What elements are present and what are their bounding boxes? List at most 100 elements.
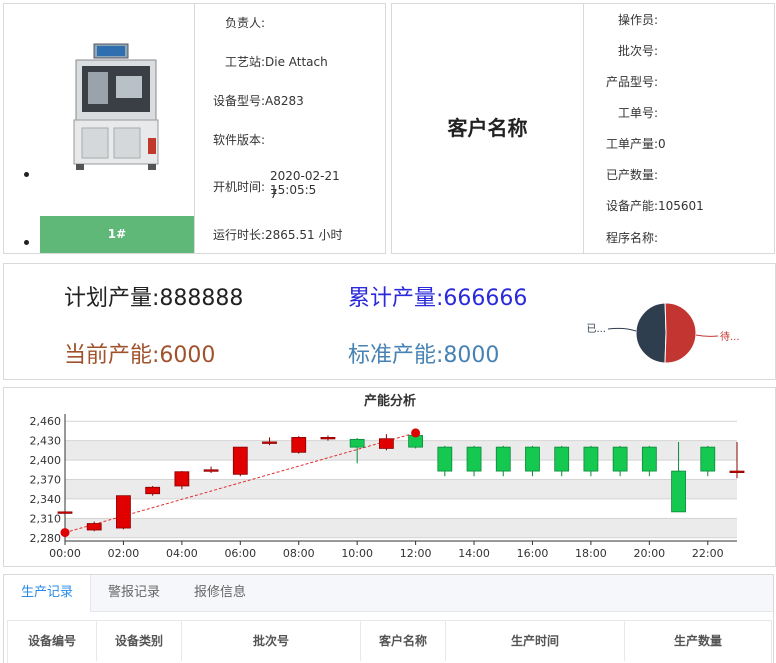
customer-name-cell: 客户名称: [392, 4, 584, 253]
candle: [641, 445, 657, 477]
candle: [291, 436, 307, 454]
tab-production-records[interactable]: 生产记录: [4, 575, 91, 612]
grid-band: [65, 440, 737, 461]
x-tick-label: 16:00: [517, 547, 549, 560]
y-tick-label: 2,460: [30, 415, 62, 428]
boot-time-value-cont: 7: [270, 187, 278, 201]
customer-info-panel: 客户名称 操作员: 批次号: 产品型号: 工单号: 工单产量:0 已产数量: 设…: [391, 3, 775, 254]
machine-image: [73, 43, 159, 170]
pie-slice-produced: [635, 302, 667, 364]
extreme-marker: [411, 428, 421, 438]
tab-alarm-records[interactable]: 警报记录: [94, 575, 174, 611]
candle-body: [466, 446, 482, 472]
col-production-qty: 生产数量: [673, 634, 722, 648]
candle: [466, 445, 482, 477]
capacity-analysis-chart: 产能分析 2,280 2,310 2,340 2,370 2,400 2,430 2,460 0…: [3, 387, 776, 567]
candle-body: [437, 446, 453, 472]
pie-slice-pending: [664, 302, 697, 364]
col-batch-no: 批次号: [182, 621, 361, 661]
progress-pie-chart: 已... 待...: [586, 302, 740, 364]
field-order-output: 工单产量:0: [605, 137, 666, 151]
candle-body: [612, 446, 628, 472]
field-software-version: 软件版本:: [212, 133, 265, 147]
current-capacity: 当前产能:6000: [64, 343, 216, 368]
candle: [320, 435, 336, 441]
candle: [116, 495, 131, 530]
pie-label-produced: 已...: [586, 324, 606, 335]
x-tick-label: 22:00: [692, 547, 724, 560]
candle: [203, 466, 219, 474]
x-tick-label: 18:00: [575, 547, 607, 560]
candle-body: [583, 446, 599, 472]
field-device-capacity: 设备产能:105601: [605, 199, 704, 213]
field-batch-no: 批次号:: [617, 44, 658, 58]
candle: [554, 445, 570, 477]
candle: [495, 445, 511, 477]
candle-body: [525, 446, 540, 472]
field-program-name: 程序名称:: [605, 231, 658, 245]
candle: [525, 445, 540, 477]
x-tick-label: 14:00: [458, 547, 490, 560]
candle-body: [495, 446, 511, 472]
candle-body: [291, 437, 307, 453]
col-customer-name: 客户名称: [361, 621, 446, 661]
device-info-panel: 1# 负责人: 工艺站:Die Attach 设备型号:A8283 软件版本: …: [3, 3, 386, 254]
pie-leader-produced: [607, 327, 637, 332]
candle: [612, 445, 628, 477]
x-tick-label: 04:00: [166, 547, 198, 560]
col-device-type: 设备类别: [97, 621, 182, 661]
field-process-station: 工艺站:Die Attach: [224, 55, 328, 69]
x-tick-label: 00:00: [49, 547, 81, 560]
field-product-model: 产品型号:: [605, 75, 658, 89]
candle-body: [57, 511, 73, 514]
x-tick-label: 08:00: [283, 547, 315, 560]
candlestick-chart: 产能分析 2,280 2,310 2,340 2,370 2,400 2,430 2,460 0…: [30, 393, 745, 560]
extreme-marker: [60, 528, 70, 538]
candle-body: [262, 441, 277, 444]
production-summary-panel: 计划产量:888888 累计产量:666666 当前产能:6000 标准产能:8…: [3, 263, 776, 380]
x-tick-label: 10:00: [341, 547, 373, 560]
candle: [57, 511, 73, 514]
candle-body: [378, 438, 394, 449]
y-tick-label: 2,310: [30, 512, 62, 525]
candle-body: [232, 446, 248, 475]
x-tick-label: 20:00: [633, 547, 665, 560]
candle-body: [641, 446, 657, 472]
field-work-order: 工单号:: [617, 106, 658, 120]
records-panel: 生产记录 警报记录 报修信息 设备编号 设备类别 批次号 客户名称 生产时间 生…: [3, 574, 774, 663]
candle: [700, 445, 716, 477]
candle-body: [671, 470, 686, 513]
device-image-cell: 1#: [4, 4, 195, 253]
field-operator: 操作员:: [617, 13, 658, 27]
candle-body: [729, 470, 745, 473]
grid-band: [65, 518, 737, 538]
candle-body: [116, 495, 131, 529]
y-tick-label: 2,370: [30, 474, 62, 487]
candle: [378, 434, 394, 451]
grid-band: [65, 479, 737, 499]
candle-body: [700, 446, 716, 472]
field-run-duration: 运行时长:2865.51 小时: [212, 228, 343, 242]
y-tick-label: 2,340: [30, 493, 62, 506]
tab-repair-info[interactable]: 报修信息: [178, 575, 262, 611]
x-tick-label: 06:00: [224, 547, 256, 560]
candle-body: [86, 523, 102, 531]
pie-leader-pending: [695, 334, 719, 337]
y-tick-label: 2,280: [30, 532, 62, 545]
x-tick-label: 02:00: [108, 547, 140, 560]
y-tick-label: 2,430: [30, 435, 62, 448]
candle-body: [349, 438, 365, 448]
y-tick-label: 2,400: [30, 454, 62, 467]
list-bullet: [24, 172, 29, 177]
col-device-no: 设备编号: [8, 621, 97, 661]
candle: [232, 446, 248, 477]
col-production-time: 生产时间: [446, 621, 625, 661]
list-bullet: [24, 240, 29, 245]
field-manager: 负责人:: [224, 16, 265, 30]
planned-output: 计划产量:888888: [64, 286, 244, 311]
candle-body: [320, 437, 336, 440]
customer-name: 客户名称: [447, 116, 528, 140]
candle-body: [174, 471, 190, 487]
field-produced-qty: 已产数量:: [605, 168, 658, 182]
field-boot-time: 开机时间:: [212, 180, 265, 194]
